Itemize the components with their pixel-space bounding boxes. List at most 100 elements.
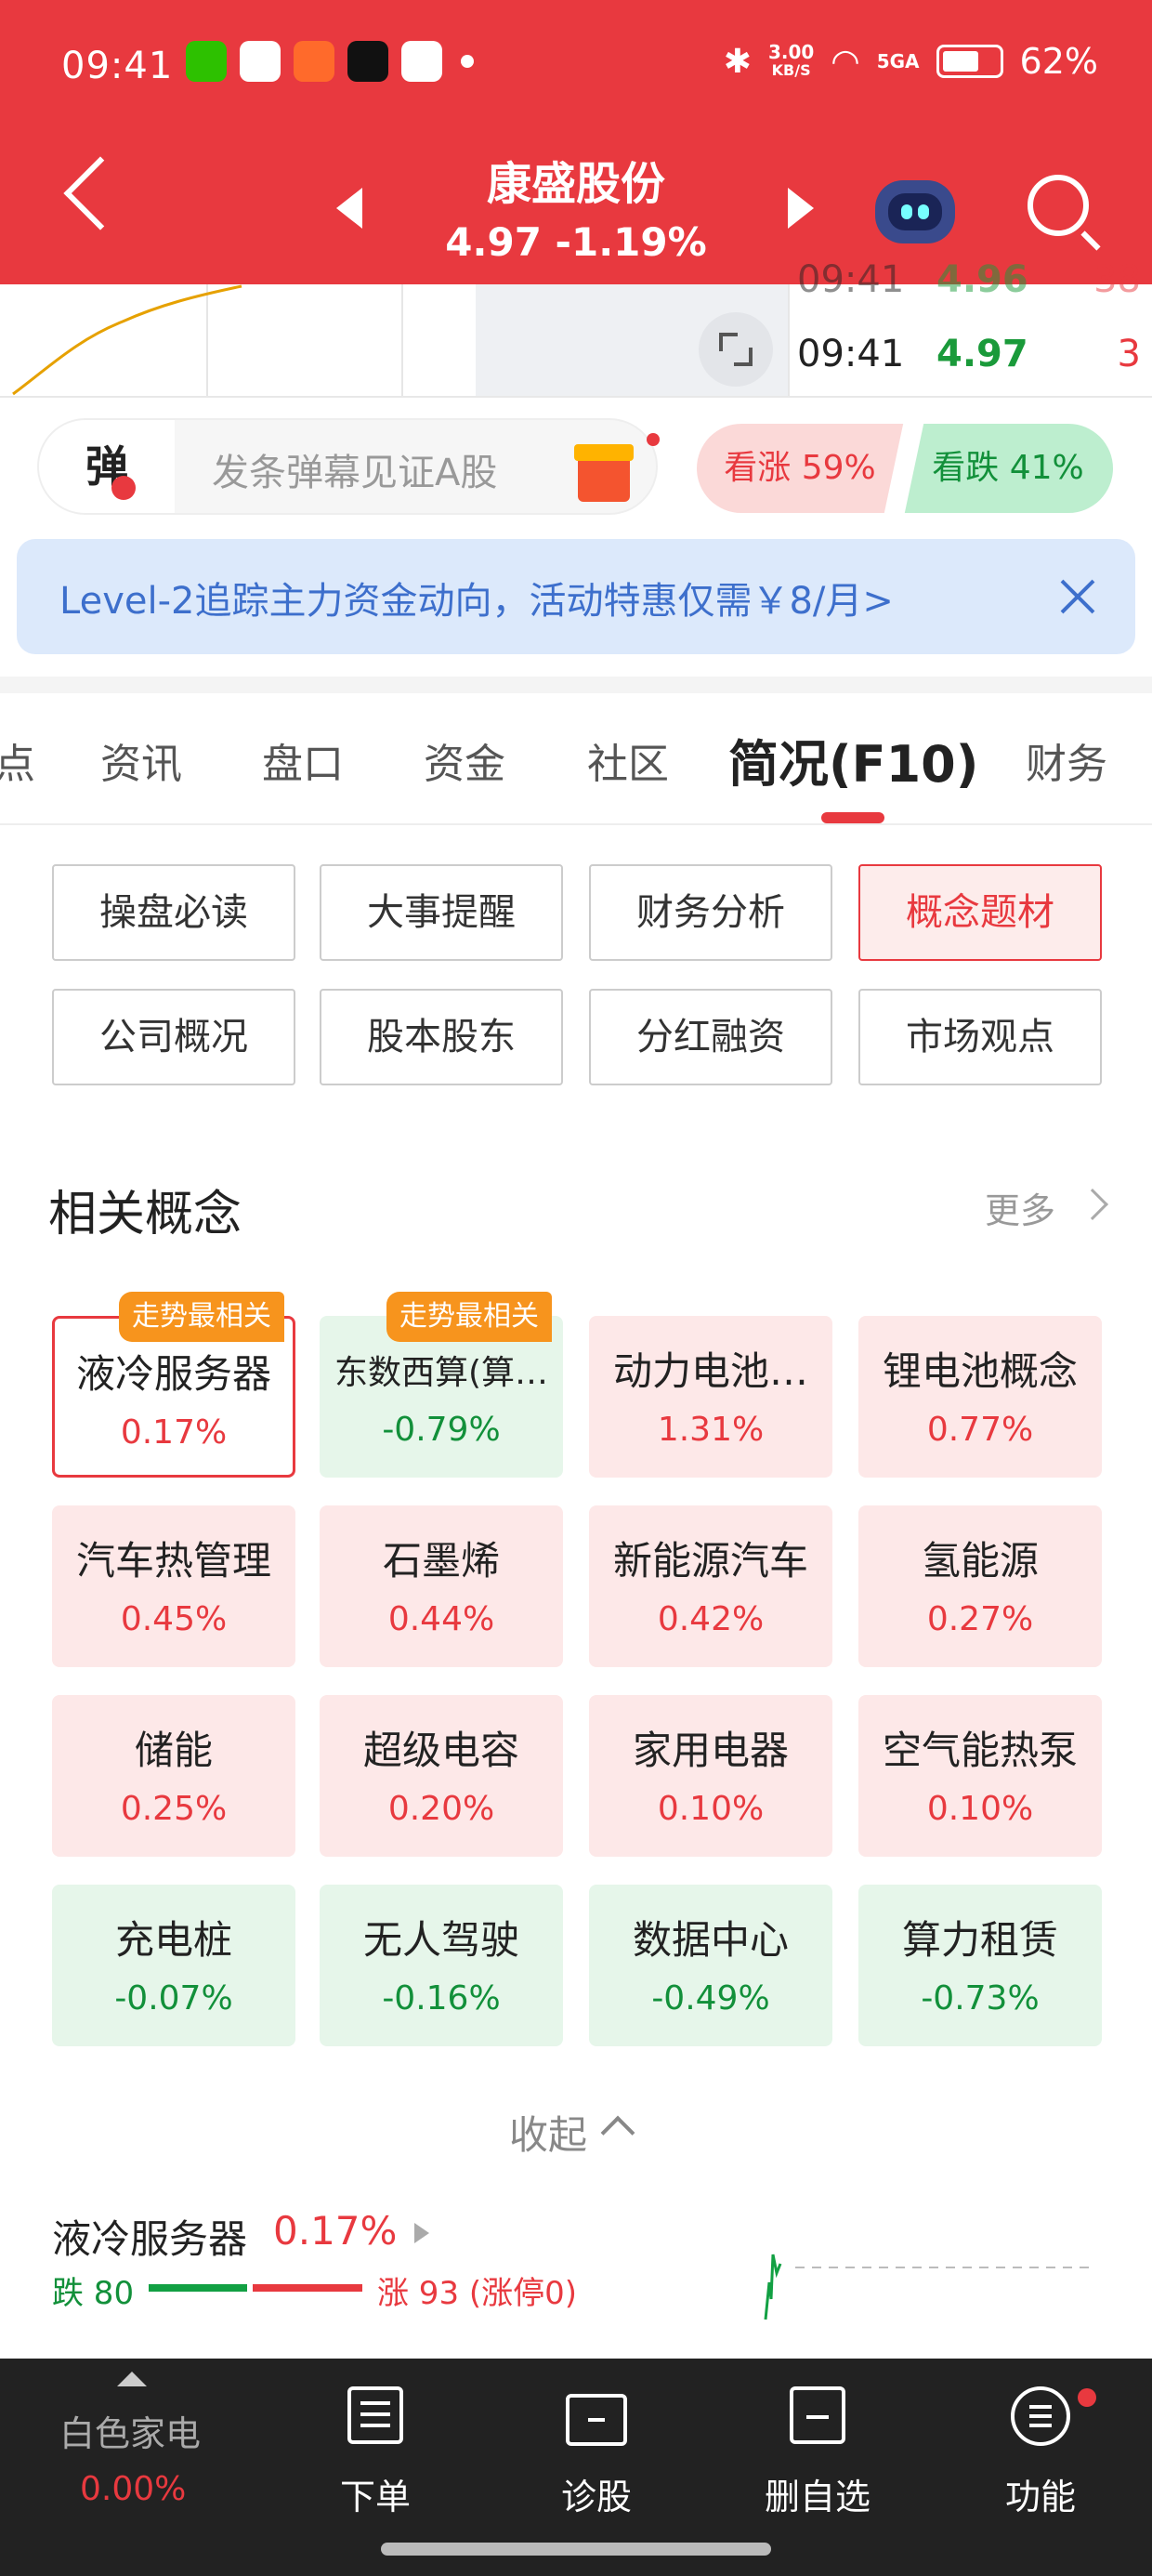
concept-tile[interactable]: 空气能热泵 0.10% — [858, 1695, 1102, 1857]
concept-tile[interactable]: 石墨烯 0.44% — [320, 1505, 563, 1667]
active-tab-indicator — [821, 812, 884, 823]
concept-pct: 0.42% — [657, 1600, 765, 1638]
concept-pct: 0.10% — [657, 1790, 765, 1828]
concept-tile[interactable]: 锂电池概念 0.77% — [858, 1316, 1102, 1478]
sub-btn-concepts[interactable]: 概念题材 — [858, 864, 1102, 961]
sub-btn-must-read[interactable]: 操盘必读 — [52, 864, 295, 961]
concept-tile[interactable]: 动力电池… 1.31% — [589, 1316, 832, 1478]
tab-news[interactable]: 资讯 — [100, 730, 182, 790]
tab-partial[interactable]: 点 — [0, 730, 35, 790]
sub-btn-company[interactable]: 公司概况 — [52, 989, 295, 1085]
concept-tile[interactable]: 汽车热管理 0.45% — [52, 1505, 295, 1667]
nav-order-label: 下单 — [339, 2477, 411, 2517]
nav-functions-label: 功能 — [1004, 2477, 1076, 2517]
security-app-icon — [401, 41, 442, 82]
related-concepts-title: 相关概念 — [48, 1187, 242, 1242]
vote-bearish-button[interactable]: 看跌 41% — [903, 424, 1113, 513]
chevron-right-icon[interactable] — [1077, 1189, 1108, 1220]
tick-time: 09:41 — [797, 258, 905, 301]
status-time: 09:41 — [61, 45, 174, 87]
concept-tile[interactable]: 储能 0.25% — [52, 1695, 295, 1857]
signal-icon: 5GA — [876, 50, 920, 72]
gift-notification-dot — [647, 433, 660, 446]
prev-stock-icon[interactable] — [336, 188, 362, 229]
concept-pct: 0.77% — [926, 1411, 1034, 1449]
tab-financials[interactable]: 财务 — [1026, 730, 1107, 790]
concept-pct: 1.31% — [657, 1411, 765, 1449]
more-button[interactable]: 更多 — [985, 1182, 1055, 1233]
concept-name: 无人驾驶 — [362, 1917, 519, 1963]
concept-name: 空气能热泵 — [882, 1728, 1078, 1773]
concept-name: 动力电池… — [612, 1348, 808, 1394]
stock-name: 康盛股份 — [486, 158, 665, 210]
status-app-icons — [186, 41, 474, 82]
sub-btn-fin-analysis[interactable]: 财务分析 — [589, 864, 832, 961]
tick-time: 09:41 — [797, 333, 905, 375]
danmu-badge[interactable]: 弹 — [39, 420, 175, 513]
tick-row-partial: 09:41 4.96 38 — [797, 258, 1141, 301]
concept-pct: -0.16% — [382, 1979, 501, 2017]
tick-price: 4.97 — [936, 333, 1028, 375]
chart-divider — [788, 284, 790, 398]
gift-icon[interactable] — [574, 444, 634, 502]
collapse-button[interactable]: 收起 — [509, 2104, 587, 2161]
concept-tile[interactable]: 无人驾驶 -0.16% — [320, 1885, 563, 2046]
battery-percent: 62% — [1019, 41, 1098, 82]
intraday-price-line — [12, 284, 242, 396]
concept-detail-name[interactable]: 液冷服务器 — [52, 2208, 247, 2265]
play-icon[interactable] — [414, 2223, 429, 2243]
advancers-bar — [253, 2284, 362, 2292]
chart-bottom-border — [0, 396, 1152, 398]
concept-tile[interactable]: 家用电器 0.10% — [589, 1695, 832, 1857]
concept-name: 超级电容 — [362, 1728, 519, 1773]
search-icon[interactable] — [1028, 175, 1089, 236]
close-icon[interactable] — [1055, 574, 1100, 619]
concept-mini-chart — [764, 2254, 1093, 2320]
sector-index-name[interactable]: 白色家电 — [59, 2405, 201, 2456]
tab-community[interactable]: 社区 — [587, 730, 669, 790]
expand-chart-icon[interactable] — [699, 312, 773, 387]
sub-btn-dividends[interactable]: 分红融资 — [589, 989, 832, 1085]
concept-tile[interactable]: 数据中心 -0.49% — [589, 1885, 832, 2046]
concept-pct: 0.27% — [926, 1600, 1034, 1638]
functions-menu-icon — [1011, 2386, 1070, 2446]
more-notifications-dot — [461, 55, 474, 68]
battery-icon — [936, 45, 1003, 78]
video-app-icon — [294, 41, 334, 82]
concept-tile[interactable]: 算力租赁 -0.73% — [858, 1885, 1102, 2046]
chevron-up-icon[interactable] — [600, 2115, 635, 2150]
tab-funds[interactable]: 资金 — [424, 730, 505, 790]
sub-btn-shareholders[interactable]: 股本股东 — [320, 989, 563, 1085]
finance-app-icon — [240, 41, 281, 82]
concept-name: 新能源汽车 — [612, 1538, 808, 1584]
wifi-icon: ◠ — [831, 42, 860, 81]
concept-name: 石墨烯 — [382, 1538, 500, 1584]
home-indicator[interactable] — [381, 2543, 771, 2556]
section-divider — [0, 677, 1152, 693]
tick-volume: 3 — [1117, 333, 1141, 375]
tick-price: 4.96 — [936, 258, 1028, 301]
promo-banner-text[interactable]: Level-2追踪主力资金动向，活动特惠仅需￥8/月> — [59, 571, 894, 624]
tab-bar: 点 资讯 盘口 资金 社区 简况(F10) 财务 — [0, 693, 1152, 825]
index-expand-icon[interactable] — [117, 2372, 147, 2386]
vote-bullish-button[interactable]: 看涨 59% — [697, 424, 903, 513]
tick-volume: 38 — [1093, 258, 1141, 301]
tick-row: 09:41 4.97 3 — [797, 333, 1141, 375]
concept-tile[interactable]: 超级电容 0.20% — [320, 1695, 563, 1857]
concept-name: 氢能源 — [921, 1538, 1039, 1584]
next-stock-icon[interactable] — [788, 188, 814, 229]
net-speed: 3.00 KB/S — [767, 41, 815, 79]
tab-orderbook[interactable]: 盘口 — [262, 730, 344, 790]
assistant-robot-icon[interactable] — [875, 171, 955, 245]
concept-tile[interactable]: 氢能源 0.27% — [858, 1505, 1102, 1667]
sub-btn-market-view[interactable]: 市场观点 — [858, 989, 1102, 1085]
concept-tile[interactable]: 充电桩 -0.07% — [52, 1885, 295, 2046]
concept-tile[interactable]: 新能源汽车 0.42% — [589, 1505, 832, 1667]
concept-name: 算力租赁 — [901, 1917, 1058, 1963]
sub-btn-events[interactable]: 大事提醒 — [320, 864, 563, 961]
decliners-bar — [149, 2284, 247, 2292]
tab-f10-profile[interactable]: 简况(F10) — [728, 723, 978, 796]
concept-name: 东数西算(算… — [334, 1354, 549, 1392]
most-related-tag: 走势最相关 — [386, 1292, 552, 1342]
bluetooth-icon: ✱ — [723, 42, 752, 81]
